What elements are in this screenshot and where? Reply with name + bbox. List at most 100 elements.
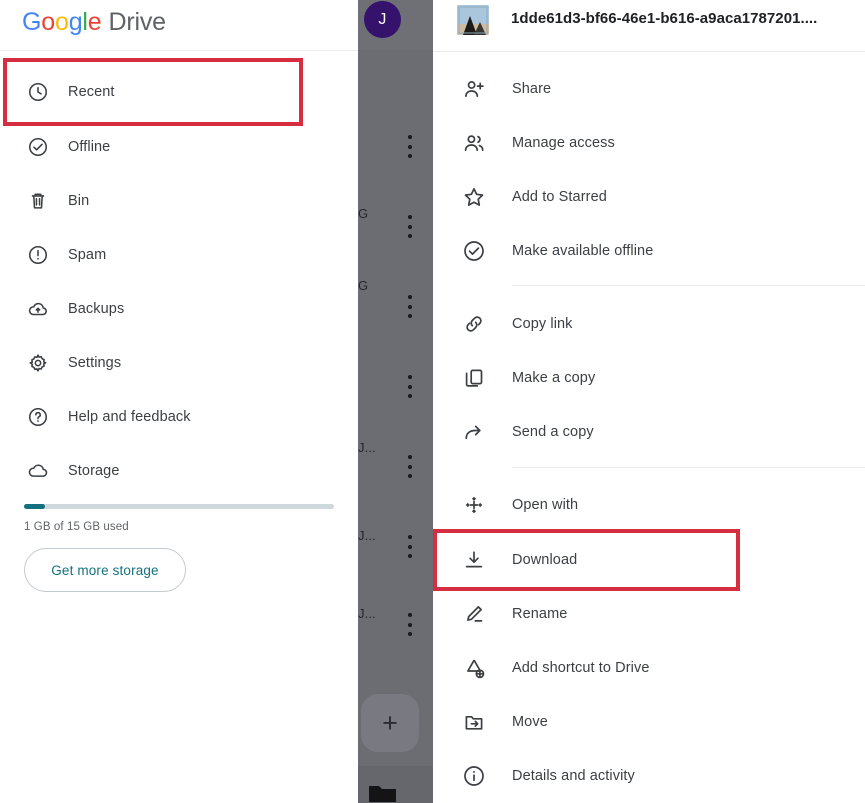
star-outline-icon [461, 184, 487, 210]
copy-icon [461, 365, 487, 391]
file-name-title: 1dde61d3-bf66-46e1-b616-a9aca1787201.... [511, 10, 818, 27]
link-icon [461, 311, 487, 337]
google-drive-mobile-screenshot: Google Drive Recent Offline Bin Spam Backups… [0, 0, 865, 803]
google-drive-logo: Google Drive [22, 2, 166, 42]
menu-item-label: Add to Starred [512, 189, 607, 205]
help-question-icon [26, 405, 50, 429]
row-overflow-menu-icon[interactable] [407, 215, 412, 238]
menu-item-label: Send a copy [512, 424, 594, 440]
folder-icon [368, 782, 398, 803]
menu-item-add-to-starred[interactable]: Add to Starred [433, 175, 865, 219]
menu-item-details-and-activity[interactable]: Details and activity [433, 754, 865, 798]
gear-icon [26, 351, 50, 375]
spam-alert-icon [26, 243, 50, 267]
menu-item-manage-access[interactable]: Manage access [433, 121, 865, 165]
sidebar-item-label: Storage [68, 463, 120, 479]
pencil-icon [461, 601, 487, 627]
sidebar-item-settings[interactable]: Settings [0, 343, 358, 383]
backup-cloud-icon [26, 297, 50, 321]
menu-item-label: Manage access [512, 135, 615, 151]
menu-item-copy-link[interactable]: Copy link [433, 302, 865, 346]
file-row-name-fragment: G [358, 278, 369, 293]
move-folder-icon [461, 709, 487, 735]
file-row-name-fragment: J... [358, 528, 376, 543]
sidebar-item-bin[interactable]: Bin [0, 181, 358, 221]
drive-wordmark: Drive [108, 7, 166, 36]
sidebar-item-help-and-feedback[interactable]: Help and feedback [0, 397, 358, 437]
header-divider [0, 50, 358, 51]
clock-icon [26, 80, 50, 104]
menu-item-rename[interactable]: Rename [433, 592, 865, 636]
menu-item-label: Share [512, 81, 552, 97]
file-thumbnail [457, 5, 489, 35]
offline-check-icon [26, 135, 50, 159]
menu-item-move[interactable]: Move [433, 700, 865, 744]
row-overflow-menu-icon[interactable] [407, 455, 412, 478]
row-overflow-menu-icon[interactable] [407, 135, 412, 158]
menu-item-label: Details and activity [512, 768, 635, 784]
row-overflow-menu-icon[interactable] [407, 613, 412, 636]
google-letter-0: G [22, 7, 42, 36]
cloud-icon [26, 459, 50, 483]
sidebar-item-spam[interactable]: Spam [0, 235, 358, 275]
menu-item-make-a-copy[interactable]: Make a copy [433, 356, 865, 400]
avatar[interactable]: J [364, 1, 401, 38]
plus-icon: + [382, 707, 398, 738]
get-more-storage-button[interactable]: Get more storage [24, 548, 186, 592]
menu-item-label: Download [512, 552, 578, 568]
menu-item-open-with[interactable]: Open with [433, 483, 865, 527]
share-arrow-icon [461, 419, 487, 445]
navigation-drawer: Google Drive Recent Offline Bin Spam Backups… [0, 0, 358, 803]
menu-item-download[interactable]: Download [433, 538, 865, 582]
storage-usage-text: 1 GB of 15 GB used [24, 521, 129, 533]
menu-item-label: Rename [512, 606, 568, 622]
download-icon [461, 547, 487, 573]
dimmed-file-list-overlay[interactable]: J G G J... J... J... + [358, 0, 433, 803]
offline-check-icon [461, 238, 487, 264]
menu-divider [512, 467, 865, 468]
storage-progress-track [24, 504, 334, 509]
sidebar-item-label: Settings [68, 355, 122, 371]
open-with-icon [461, 492, 487, 518]
sheet-header-divider [433, 51, 865, 52]
menu-item-share[interactable]: Share [433, 67, 865, 111]
sidebar-item-offline[interactable]: Offline [0, 127, 358, 167]
add-shortcut-icon [461, 655, 487, 681]
google-letter-5: e [87, 7, 102, 36]
row-overflow-menu-icon[interactable] [407, 375, 412, 398]
sidebar-item-backups[interactable]: Backups [0, 289, 358, 329]
menu-item-send-a-copy[interactable]: Send a copy [433, 410, 865, 454]
row-overflow-menu-icon[interactable] [407, 535, 412, 558]
sidebar-item-label: Backups [68, 301, 125, 317]
trash-icon [26, 189, 50, 213]
menu-item-label: Copy link [512, 316, 573, 332]
sidebar-item-label: Spam [68, 247, 107, 263]
menu-item-label: Make available offline [512, 243, 654, 259]
menu-item-label: Make a copy [512, 370, 596, 386]
sidebar-item-label: Recent [68, 84, 115, 100]
sidebar-item-label: Offline [68, 139, 111, 155]
menu-item-make-available-offline[interactable]: Make available offline [433, 229, 865, 273]
sidebar-item-recent[interactable]: Recent [0, 72, 358, 112]
file-row-name-fragment: G [358, 206, 369, 221]
google-wordmark: Google [22, 7, 102, 37]
menu-item-add-shortcut-to-drive[interactable]: Add shortcut to Drive [433, 646, 865, 690]
info-icon [461, 763, 487, 789]
people-icon [461, 130, 487, 156]
file-context-menu-sheet: 1dde61d3-bf66-46e1-b616-a9aca1787201....… [433, 0, 865, 803]
storage-progress-fill [24, 504, 45, 509]
menu-item-label: Open with [512, 497, 579, 513]
google-letter-3: g [68, 7, 83, 36]
row-overflow-menu-icon[interactable] [407, 295, 412, 318]
menu-item-label: Add shortcut to Drive [512, 660, 650, 676]
sheet-header: 1dde61d3-bf66-46e1-b616-a9aca1787201.... [433, 0, 865, 50]
menu-divider [512, 285, 865, 286]
file-row-name-fragment: J... [358, 440, 376, 455]
person-add-icon [461, 76, 487, 102]
google-letter-2: o [54, 7, 69, 36]
google-letter-1: o [41, 7, 55, 36]
new-file-fab[interactable]: + [361, 694, 419, 752]
sidebar-item-storage[interactable]: Storage [0, 451, 358, 491]
sidebar-item-label: Bin [68, 193, 90, 209]
file-row-name-fragment: J... [358, 606, 376, 621]
